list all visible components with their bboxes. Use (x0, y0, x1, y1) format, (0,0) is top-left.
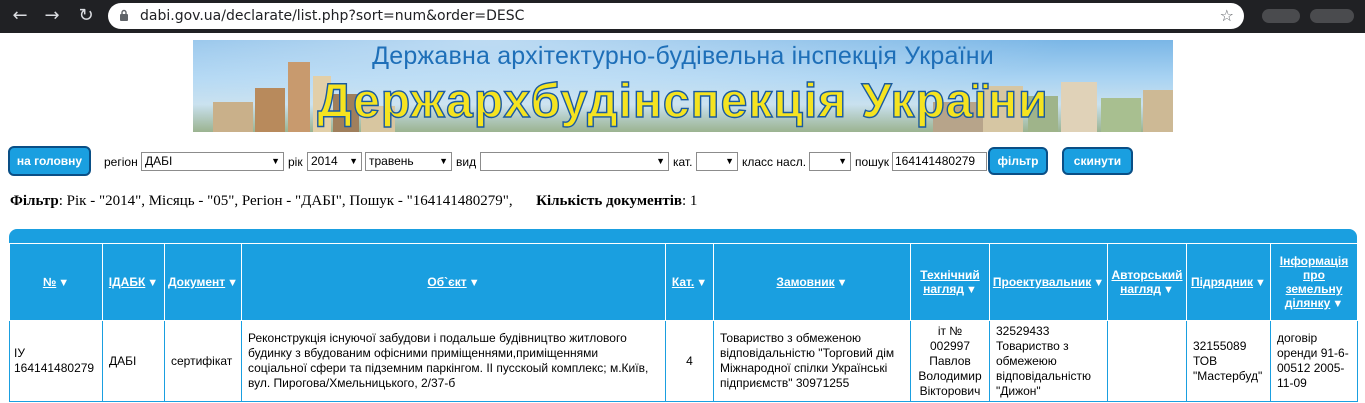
chevron-down-icon: ▼ (439, 156, 448, 166)
region-value: ДАБІ (145, 154, 173, 168)
column-header-customer[interactable]: Замовник ▼ (713, 243, 911, 321)
class-select[interactable]: ▼ (809, 152, 851, 171)
year-select[interactable]: 2014 ▼ (307, 152, 362, 171)
banner-subtitle: Державна архітектурно-будівельна інспекц… (372, 42, 994, 70)
search-input[interactable]: 164141480279 (892, 152, 987, 171)
cell-author-supervision (1107, 320, 1187, 402)
sort-arrow-icon: ▼ (58, 277, 70, 289)
cell-designer: 32529433 Товариство з обмежеюю відповіда… (989, 320, 1108, 402)
cell-contractor: 32155089 ТОВ "Мастербуд" (1186, 320, 1271, 402)
filter-button[interactable]: фільтр (988, 147, 1048, 175)
region-label: регіон (104, 155, 138, 169)
bookmark-star-icon[interactable]: ☆ (1220, 3, 1234, 29)
declarations-table: № ▼ ІДАБК ▼ Документ ▼ Об`єкт ▼ Кат. ▼ Замовн… (9, 243, 1358, 402)
sort-arrow-icon: ▼ (696, 277, 708, 289)
column-header-contractor[interactable]: Підрядник ▼ (1186, 243, 1271, 321)
search-label: пошук (855, 155, 890, 169)
class-label: класс насл. (742, 155, 807, 169)
sort-arrow-icon: ▼ (965, 284, 977, 296)
address-bar[interactable]: dabi.gov.ua/declarate/list.php?sort=num&… (108, 3, 1244, 29)
filter-summary-text: : Рік - "2014", Місяць - "05", Регіон - … (58, 193, 513, 209)
month-value: травень (369, 154, 414, 168)
sort-arrow-icon: ▼ (1162, 284, 1174, 296)
type-select[interactable]: ▼ (480, 152, 669, 171)
column-header-idabk[interactable]: ІДАБК ▼ (102, 243, 165, 321)
forward-icon[interactable]: → (40, 4, 64, 28)
table-top-bar (9, 229, 1357, 243)
column-header-number[interactable]: № ▼ (9, 243, 103, 321)
column-header-object[interactable]: Об`єкт ▼ (241, 243, 666, 321)
sort-arrow-icon: ▼ (1093, 277, 1105, 289)
sort-arrow-icon: ▼ (1332, 298, 1344, 310)
filter-summary-label: Фільтр (10, 193, 59, 209)
chevron-down-icon: ▼ (271, 156, 280, 166)
cell-number: ІУ 164141480279 (9, 320, 103, 402)
browser-toolbar: ← → ↻ dabi.gov.ua/declarate/list.php?sor… (0, 0, 1365, 33)
region-select[interactable]: ДАБІ ▼ (141, 152, 284, 171)
cell-document: сертифікат (164, 320, 242, 402)
column-header-author-supervision[interactable]: Авторський нагляд ▼ (1107, 243, 1187, 321)
category-select[interactable]: ▼ (696, 152, 738, 171)
document-count-label: Кількість документів (536, 193, 682, 209)
sort-arrow-icon: ▼ (836, 277, 848, 289)
column-header-designer[interactable]: Проектувальник ▼ (989, 243, 1108, 321)
chevron-down-icon: ▼ (349, 156, 358, 166)
cell-land-info: договір оренди 91-6-00512 2005-11-09 (1270, 320, 1358, 402)
chevron-down-icon: ▼ (725, 156, 734, 166)
cell-idabk: ДАБІ (102, 320, 165, 402)
site-banner: Державна архітектурно-будівельна інспекц… (193, 40, 1173, 132)
url-text: dabi.gov.ua/declarate/list.php?sort=num&… (140, 8, 525, 24)
column-header-tech-supervision[interactable]: Технічний нагляд ▼ (910, 243, 990, 321)
home-button[interactable]: на головну (8, 146, 91, 176)
cell-category: 4 (665, 320, 714, 402)
chevron-down-icon: ▼ (838, 156, 847, 166)
cell-tech-supervision: іт № 002997 Павлов Володимир Вікторович (910, 320, 990, 402)
profile-icon[interactable] (1310, 9, 1354, 23)
filter-summary: Фільтр: Рік - "2014", Місяць - "05", Рег… (10, 193, 697, 210)
year-value: 2014 (311, 154, 338, 168)
column-header-land-info[interactable]: Інформація про земельну ділянку ▼ (1270, 243, 1358, 321)
back-icon[interactable]: ← (8, 4, 32, 28)
month-select[interactable]: травень ▼ (365, 152, 452, 171)
banner-title: Держархбудінспекція України (317, 74, 1049, 128)
sort-arrow-icon: ▼ (1255, 277, 1266, 289)
cell-customer: Товариство з обмеженою відповідальністю … (713, 320, 911, 402)
year-label: рік (288, 155, 303, 169)
chevron-down-icon: ▼ (656, 156, 665, 166)
table-header-row: № ▼ ІДАБК ▼ Документ ▼ Об`єкт ▼ Кат. ▼ Замовн… (9, 243, 1358, 321)
sort-arrow-icon: ▼ (147, 277, 159, 289)
cell-object: Реконструкція існуючої забудови і подаль… (241, 320, 666, 402)
type-label: вид (456, 155, 477, 169)
sort-arrow-icon: ▼ (468, 277, 480, 289)
extension-icon[interactable] (1262, 9, 1300, 23)
reset-button[interactable]: скинути (1062, 147, 1133, 175)
filter-bar: на головну регіон ДАБІ ▼ рік 2014 ▼ трав… (0, 146, 1365, 176)
table-row: ІУ 164141480279 ДАБІ сертифікат Реконстр… (9, 320, 1358, 402)
lock-icon (120, 9, 128, 21)
document-count-value: : 1 (681, 193, 698, 209)
reload-icon[interactable]: ↻ (74, 4, 98, 28)
sort-arrow-icon: ▼ (227, 277, 239, 289)
column-header-category[interactable]: Кат. ▼ (665, 243, 714, 321)
category-label: кат. (673, 155, 693, 169)
column-header-document[interactable]: Документ ▼ (164, 243, 242, 321)
